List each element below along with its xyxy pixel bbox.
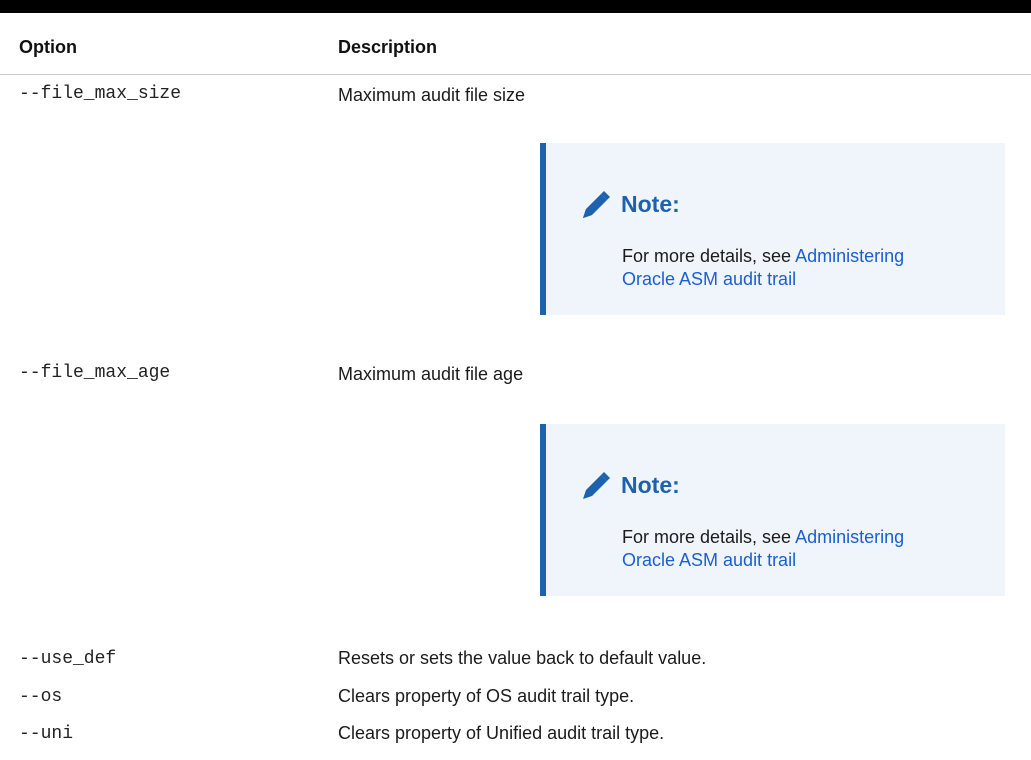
note-link-line1[interactable]: Administering <box>795 527 904 547</box>
note-text: For more details, see Administering Orac… <box>622 245 1002 291</box>
option-name: --use_def <box>19 649 117 669</box>
note-box: Note: For more details, see Administerin… <box>540 424 1005 596</box>
option-description: Clears property of OS audit trail type. <box>338 686 635 706</box>
note-title: Note: <box>621 472 680 498</box>
pencil-icon <box>583 472 610 499</box>
pencil-icon <box>583 191 610 218</box>
option-description: Maximum audit file size <box>338 85 526 105</box>
note-link-line2[interactable]: Oracle ASM audit trail <box>622 269 796 289</box>
column-header-option: Option <box>19 37 77 57</box>
column-header-description: Description <box>338 37 438 57</box>
table-header-row: Option Description <box>0 13 1031 75</box>
note-title: Note: <box>621 191 680 217</box>
note-box: Note: For more details, see Administerin… <box>540 143 1005 315</box>
note-text: For more details, see Administering Orac… <box>622 526 1002 572</box>
option-name: --os <box>19 687 63 707</box>
option-description: Clears property of Unified audit trail t… <box>338 723 665 743</box>
table-top-rule <box>0 0 1031 13</box>
note-text-prefix: For more details, see <box>622 527 796 547</box>
note-link-line1[interactable]: Administering <box>795 246 904 266</box>
option-description: Maximum audit file age <box>338 364 524 384</box>
note-text-prefix: For more details, see <box>622 246 796 266</box>
option-name: --file_max_size <box>19 84 182 104</box>
note-link-line2[interactable]: Oracle ASM audit trail <box>622 550 796 570</box>
option-name: --uni <box>19 724 74 744</box>
option-description: Resets or sets the value back to default… <box>338 648 707 668</box>
option-name: --file_max_age <box>19 363 171 383</box>
